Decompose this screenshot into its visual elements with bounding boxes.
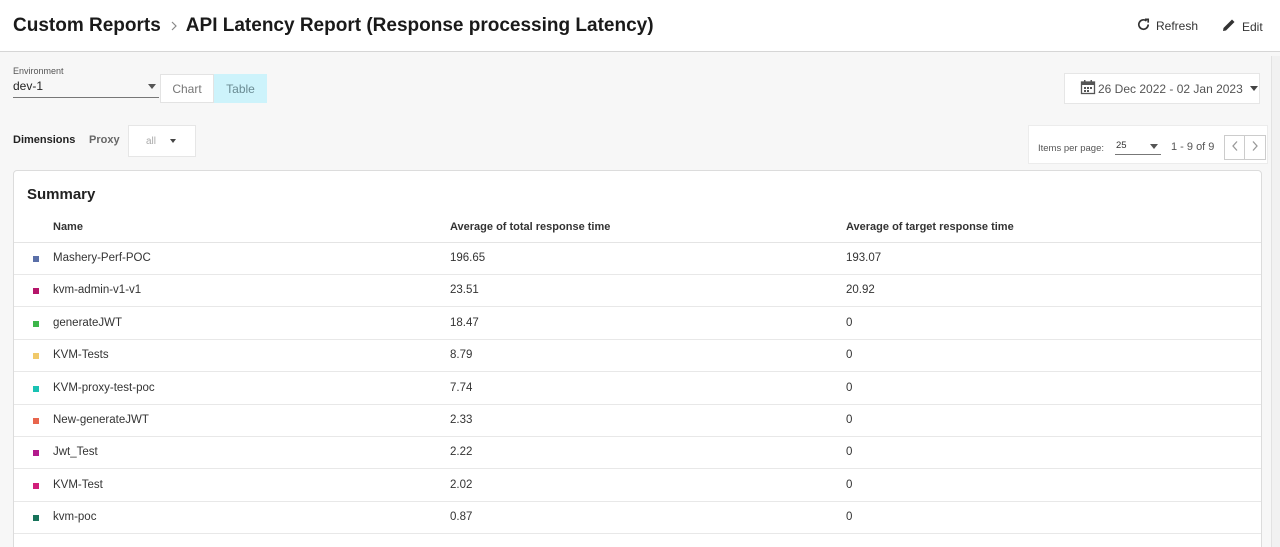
page-scrollbar[interactable]	[1271, 56, 1280, 547]
row-target-response: 0	[846, 349, 853, 362]
table-row: KVM-Test 2.02 0	[14, 470, 1261, 502]
proxy-value: all	[146, 135, 157, 147]
row-target-response: 0	[846, 446, 853, 459]
row-name: Jwt_Test	[53, 446, 98, 459]
row-name: Mashery-Perf-POC	[53, 252, 151, 264]
previous-page-button[interactable]	[1224, 135, 1245, 160]
environment-value: dev-1	[13, 79, 44, 93]
row-total-response: 2.33	[450, 414, 473, 426]
caret-down-icon	[1150, 144, 1158, 149]
column-header-target-response[interactable]: Average of target response time	[846, 221, 1014, 233]
row-name: New-generateJWT	[53, 414, 149, 426]
next-page-button[interactable]	[1245, 135, 1266, 160]
summary-title: Summary	[27, 186, 96, 203]
breadcrumb-current: API Latency Report (Response processing …	[185, 15, 654, 36]
environment-select[interactable]: dev-1	[13, 79, 159, 98]
series-color-swatch	[33, 288, 39, 295]
series-color-swatch	[33, 353, 39, 360]
table-row: KVM-Tests 8.79 0	[14, 340, 1261, 373]
row-target-response: 0	[846, 381, 853, 394]
pagination: Items per page: 25 1 - 9 of 9	[1028, 125, 1268, 164]
refresh-icon	[1136, 17, 1156, 35]
summary-card: Summary Name Average of total response t…	[13, 170, 1262, 547]
row-total-response: 2.22	[450, 446, 473, 459]
row-target-response: 193.07	[846, 252, 882, 264]
environment-label: Environment	[13, 66, 64, 76]
table-row: KVM-proxy-test-poc 7.74 0	[14, 373, 1261, 405]
table-row: New-generateJWT 2.33 0	[14, 405, 1261, 437]
breadcrumb: Custom Reports API Latency Report (Respo…	[13, 15, 654, 37]
dimensions-label: Dimensions	[13, 134, 76, 146]
column-header-name[interactable]: Name	[53, 221, 83, 233]
series-color-swatch	[33, 320, 39, 327]
row-target-response: 0	[846, 316, 853, 329]
row-total-response: 7.74	[450, 381, 473, 394]
caret-down-icon	[170, 139, 177, 143]
caret-down-icon	[148, 84, 156, 89]
row-name: KVM-Tests	[53, 349, 109, 362]
calendar-icon	[1080, 79, 1098, 98]
series-color-swatch	[33, 482, 39, 489]
pagination-range: 1 - 9 of 9	[1171, 141, 1215, 153]
proxy-label: Proxy	[89, 134, 120, 146]
table-row: kvm-admin-v1-v1 23.51 20.92	[14, 275, 1261, 308]
row-target-response: 0	[846, 478, 853, 491]
breadcrumb-root[interactable]: Custom Reports	[13, 15, 161, 37]
table-row: Mashery-Perf-POC 196.65 193.07	[14, 243, 1261, 275]
caret-down-icon	[1249, 86, 1258, 91]
series-color-swatch	[33, 256, 39, 262]
row-target-response: 0	[846, 511, 853, 524]
series-color-swatch	[33, 385, 39, 392]
row-name: KVM-Test	[53, 478, 103, 491]
column-header-total-response[interactable]: Average of total response time	[450, 221, 610, 233]
row-total-response: 23.51	[450, 284, 479, 297]
row-total-response: 2.02	[450, 478, 473, 491]
row-name: generateJWT	[53, 316, 123, 329]
edit-label: Edit	[1242, 19, 1263, 34]
chart-toggle-button[interactable]: Chart	[160, 74, 214, 103]
table-toggle-button[interactable]: Table	[214, 74, 267, 103]
row-target-response: 20.92	[846, 284, 875, 297]
proxy-select[interactable]: all	[128, 125, 196, 157]
table-row: kvm-poc 0.87 0	[14, 502, 1261, 535]
date-range-value: 26 Dec 2022 - 02 Jan 2023	[1098, 81, 1243, 96]
row-total-response: 8.79	[450, 349, 473, 362]
row-name: kvm-admin-v1-v1	[53, 284, 142, 297]
row-total-response: 196.65	[450, 252, 486, 264]
row-target-response: 0	[846, 414, 853, 426]
row-name: kvm-poc	[53, 511, 97, 524]
refresh-button[interactable]: Refresh	[1136, 17, 1198, 35]
series-color-swatch	[33, 418, 39, 424]
chevron-left-icon	[1231, 140, 1239, 155]
row-total-response: 18.47	[450, 316, 479, 329]
chevron-right-icon	[170, 20, 178, 32]
series-color-swatch	[33, 450, 39, 457]
items-per-page-label: Items per page:	[1038, 143, 1105, 154]
items-per-page-value: 25	[1116, 140, 1127, 151]
page-header: Custom Reports API Latency Report (Respo…	[0, 0, 1280, 52]
edit-button[interactable]: Edit	[1221, 17, 1263, 36]
items-per-page-select[interactable]: 25	[1115, 140, 1161, 155]
refresh-label: Refresh	[1156, 19, 1199, 33]
table-row: Jwt_Test 2.22 0	[14, 437, 1261, 470]
series-color-swatch	[33, 515, 39, 522]
row-name: KVM-proxy-test-poc	[53, 381, 155, 394]
chevron-right-icon	[1251, 140, 1259, 155]
table-row: generateJWT 18.47 0	[14, 308, 1261, 340]
row-total-response: 0.87	[450, 511, 473, 524]
pencil-icon	[1221, 17, 1242, 36]
date-range-picker[interactable]: 26 Dec 2022 - 02 Jan 2023	[1064, 73, 1260, 104]
